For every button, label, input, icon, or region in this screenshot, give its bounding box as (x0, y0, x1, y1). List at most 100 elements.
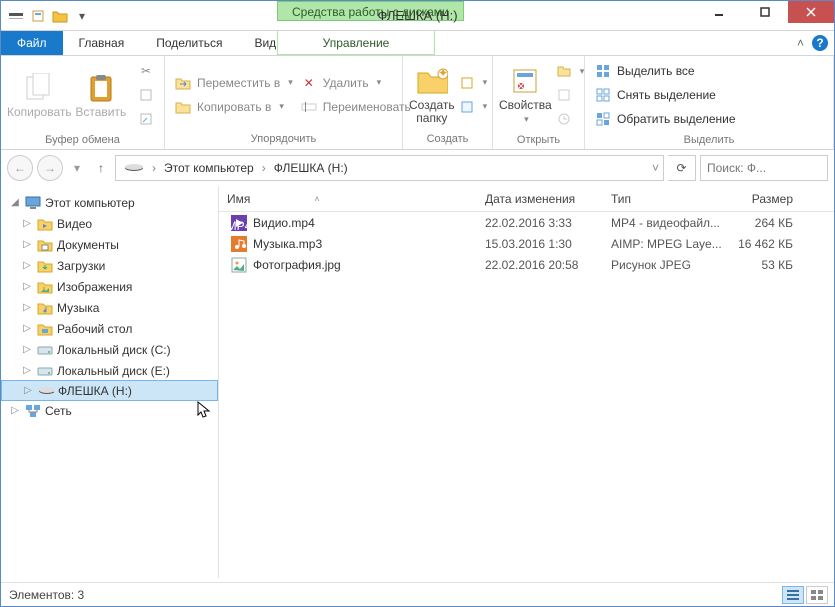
qat-properties-icon[interactable] (29, 7, 47, 25)
tree-item-music[interactable]: ▷Музыка (1, 297, 218, 318)
pictures-icon (37, 279, 53, 295)
moveto-button[interactable]: Переместить в▾ (171, 72, 297, 94)
copyto-button[interactable]: Копировать в▾ (171, 96, 297, 118)
expand-icon[interactable]: ▷ (21, 344, 33, 355)
file-size: 264 КБ (727, 216, 801, 230)
tree-label: Локальный диск (C:) (57, 343, 171, 357)
copypath-small-button[interactable] (134, 84, 158, 106)
tree-network[interactable]: ▷ Сеть (1, 400, 218, 421)
tree-item-usb[interactable]: ▷ФЛЕШКА (H:) (1, 380, 218, 401)
hdd-icon (37, 363, 53, 379)
paste-shortcut-small-button[interactable] (134, 108, 158, 130)
tab-manage[interactable]: Управление (277, 31, 435, 55)
expand-icon[interactable]: ▷ (21, 302, 33, 313)
collapse-icon[interactable]: ◢ (9, 197, 21, 208)
expand-icon[interactable]: ▷ (21, 239, 33, 250)
tree-item-downloads[interactable]: ▷Загрузки (1, 255, 218, 276)
search-box[interactable]: 🔍 (700, 155, 828, 181)
expand-icon[interactable]: ▷ (22, 385, 34, 396)
svg-text:MP4: MP4 (231, 219, 247, 231)
file-list: MP4Видио.mp422.02.2016 3:33MP4 - видеофа… (219, 212, 834, 578)
forward-button[interactable]: → (37, 155, 63, 181)
address-dropdown-icon[interactable]: ˅ (652, 161, 659, 175)
expand-icon[interactable]: ▷ (21, 218, 33, 229)
expand-icon[interactable]: ▷ (9, 405, 21, 416)
file-size: 53 КБ (727, 258, 801, 272)
rename-icon (301, 99, 317, 115)
refresh-button[interactable]: ⟳ (668, 155, 696, 181)
breadcrumb-drive-icon[interactable] (120, 163, 148, 173)
edit-small-button[interactable] (552, 84, 589, 106)
newfolder-icon: ✦ (416, 65, 448, 97)
easyaccess-small-button[interactable]: ▾ (455, 96, 492, 118)
column-date[interactable]: Дата изменения (477, 192, 603, 206)
history-small-button[interactable] (552, 108, 589, 130)
qat-newfolder-icon[interactable] (51, 7, 69, 25)
search-input[interactable] (707, 161, 835, 175)
column-size[interactable]: Размер (727, 192, 801, 206)
selectnone-button[interactable]: Снять выделение (591, 84, 740, 106)
tree-label: Документы (57, 238, 119, 252)
expand-icon[interactable]: ▷ (21, 365, 33, 376)
file-name: Музыка.mp3 (253, 237, 322, 251)
view-details-button[interactable] (782, 586, 804, 604)
newitem-small-button[interactable]: ▾ (455, 72, 492, 94)
address-row: ← → ▾ ↑ › Этот компьютер › ФЛЕШКА (H:) ˅… (1, 150, 834, 186)
group-label-select: Выделить (585, 134, 833, 149)
downloads-icon (37, 258, 53, 274)
file-row[interactable]: Фотография.jpg22.02.2016 20:58Рисунок JP… (219, 254, 834, 275)
tree-item-hdd[interactable]: ▷ Локальный диск (C:) (1, 339, 218, 360)
view-large-button[interactable] (806, 586, 828, 604)
tree-item-docs[interactable]: ▷ Документы (1, 234, 218, 255)
rename-button[interactable]: Переименовать (297, 96, 415, 118)
delete-button[interactable]: ✕Удалить▾ (297, 72, 415, 94)
up-button[interactable]: ↑ (91, 155, 111, 181)
tree-item-video[interactable]: ▷Видео (1, 213, 218, 234)
selectall-button[interactable]: Выделить все (591, 60, 740, 82)
minimize-ribbon-icon[interactable]: ˄ (797, 36, 804, 50)
docs-icon (37, 237, 53, 253)
tree-item-desktop[interactable]: ▷Рабочий стол (1, 318, 218, 339)
paste-button[interactable]: Вставить (72, 61, 130, 129)
newfolder-button[interactable]: ✦ Создать папку (409, 61, 455, 129)
close-button[interactable] (788, 1, 834, 23)
moveto-icon (175, 75, 191, 91)
breadcrumb-sep[interactable]: › (258, 161, 270, 175)
help-icon[interactable]: ? (812, 35, 828, 51)
properties-icon (509, 65, 541, 97)
recent-locations-button[interactable]: ▾ (67, 155, 87, 181)
back-button[interactable]: ← (7, 155, 33, 181)
file-row[interactable]: MP4Видио.mp422.02.2016 3:33MP4 - видеофа… (219, 212, 834, 233)
breadcrumb-sep[interactable]: › (148, 161, 160, 175)
status-bar: Элементов: 3 (1, 582, 834, 606)
column-type[interactable]: Тип (603, 192, 727, 206)
qat-dropdown-icon[interactable]: ▾ (73, 7, 91, 25)
minimize-button[interactable] (696, 1, 742, 23)
tab-share[interactable]: Поделиться (140, 31, 238, 55)
tree-item-hdd[interactable]: ▷Локальный диск (E:) (1, 360, 218, 381)
file-row[interactable]: Музыка.mp315.03.2016 1:30AIMP: MPEG Laye… (219, 233, 834, 254)
breadcrumb-thispc[interactable]: Этот компьютер (160, 161, 258, 175)
tab-file[interactable]: Файл (1, 31, 63, 55)
tree-item-pictures[interactable]: ▷Изображения (1, 276, 218, 297)
file-date: 22.02.2016 20:58 (477, 258, 603, 272)
expand-icon[interactable]: ▷ (21, 260, 33, 271)
system-menu-icon[interactable] (7, 7, 25, 25)
cut-small-button[interactable]: ✂ (134, 60, 158, 82)
address-bar[interactable]: › Этот компьютер › ФЛЕШКА (H:) ˅ (115, 155, 664, 181)
expand-icon[interactable]: ▷ (21, 323, 33, 334)
expand-icon[interactable]: ▷ (21, 281, 33, 292)
tab-home[interactable]: Главная (63, 31, 141, 55)
edit-icon (556, 87, 572, 103)
breadcrumb-current[interactable]: ФЛЕШКА (H:) (270, 161, 352, 175)
open-small-button[interactable]: ▾ (552, 60, 589, 82)
invertselection-button[interactable]: Обратить выделение (591, 108, 740, 130)
properties-button[interactable]: Свойства ▾ (499, 61, 552, 129)
column-name[interactable]: Имя˄ (219, 192, 477, 206)
file-size: 16 462 КБ (727, 237, 801, 251)
file-date: 15.03.2016 1:30 (477, 237, 603, 251)
tree-thispc[interactable]: ◢ Этот компьютер (1, 192, 218, 213)
maximize-button[interactable] (742, 1, 788, 23)
copy-button[interactable]: Копировать (7, 61, 72, 129)
selectall-icon (595, 63, 611, 79)
